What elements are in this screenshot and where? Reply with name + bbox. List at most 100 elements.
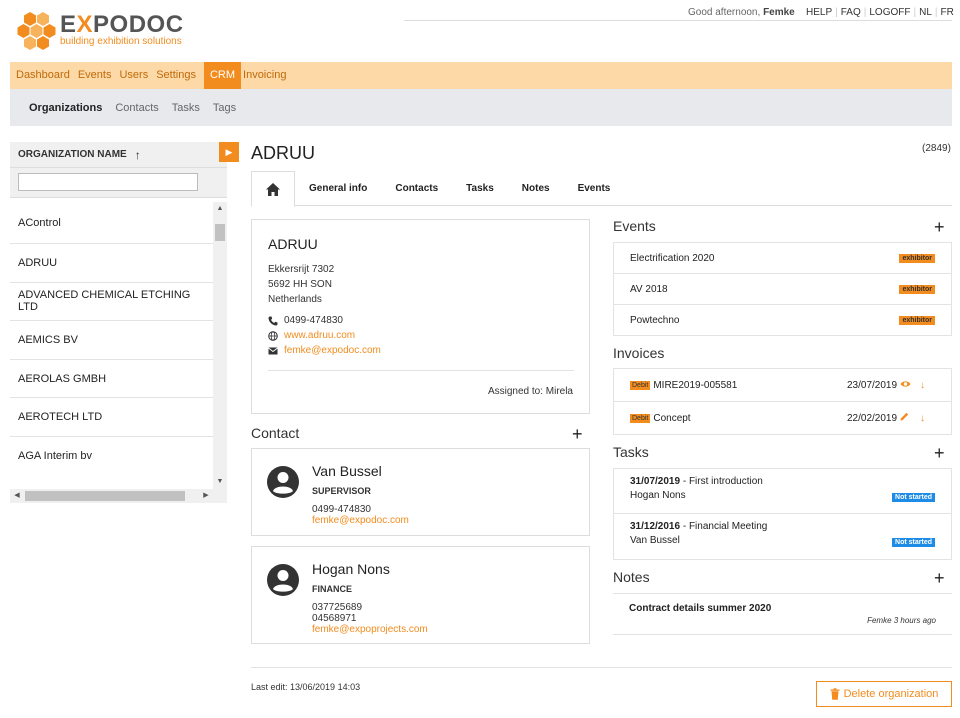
phone-number: 0499-474830 (284, 315, 343, 326)
task-person: Van Bussel (630, 535, 680, 546)
tab-contacts[interactable]: Contacts (381, 171, 452, 206)
list-item[interactable]: AEROTECH LTD (10, 398, 213, 437)
contact-card[interactable]: Van Bussel SUPERVISOR 0499-474830 femke@… (251, 448, 590, 536)
list-item[interactable]: Powtechno exhibitor (614, 305, 951, 335)
list-item[interactable]: Electrification 2020 exhibitor (614, 243, 951, 274)
list-item[interactable]: AEROLAS GMBH (10, 360, 213, 399)
tab-home[interactable] (251, 171, 295, 207)
add-event-plus-icon[interactable]: + (934, 218, 945, 236)
tab-notes[interactable]: Notes (508, 171, 564, 206)
list-item[interactable]: Debit MIRE2019-005581 23/07/2019 ↓ (614, 369, 951, 402)
invoice-number: MIRE2019-005581 (653, 379, 738, 391)
vertical-scrollbar[interactable]: ▲ ▼ (213, 202, 227, 489)
scroll-right-arrow-icon[interactable]: ▶ (199, 489, 213, 503)
sort-ascending-icon[interactable]: ↑ (135, 148, 141, 162)
notes-list: Contract details summer 2020 Femke 3 hou… (613, 593, 952, 635)
download-arrow-icon[interactable]: ↓ (920, 413, 925, 424)
website-link[interactable]: www.adruu.com (284, 328, 355, 343)
tasks-list: 31/07/2019 - First introduction Hogan No… (613, 468, 952, 560)
page-title: ADRUU (251, 143, 316, 163)
tab-events[interactable]: Events (564, 171, 625, 206)
list-item[interactable]: AEMICS BV (10, 321, 213, 360)
invoice-number: Concept (653, 412, 691, 424)
add-task-plus-icon[interactable]: + (934, 444, 945, 462)
eye-icon[interactable] (900, 380, 911, 391)
email-link[interactable]: femke@expodoc.com (284, 343, 381, 358)
list-item[interactable]: Contract details summer 2020 Femke 3 hou… (613, 594, 952, 634)
organization-list-panel: ORGANIZATION NAME ↑ AControl ADRUU ADVAN… (10, 142, 227, 505)
faq-link[interactable]: FAQ (841, 7, 861, 18)
list-item[interactable]: AV 2018 exhibitor (614, 274, 951, 305)
contact-email-link[interactable]: femke@expoprojects.com (312, 624, 428, 635)
download-arrow-icon[interactable]: ↓ (920, 380, 925, 391)
nav-events[interactable]: Events (78, 62, 118, 89)
lang-nl-link[interactable]: NL (919, 7, 932, 18)
status-badge: Not started (892, 493, 935, 502)
detail-tabs: General info Contacts Tasks Notes Events (251, 171, 952, 207)
pencil-icon[interactable] (900, 412, 909, 424)
nav-invoicing[interactable]: Invoicing (243, 62, 292, 89)
expodoc-logo[interactable]: EXPODOC building exhibition solutions (16, 10, 186, 50)
list-item[interactable]: ADVANCED CHEMICAL ETCHING LTD (10, 283, 213, 322)
help-link[interactable]: HELP (806, 7, 832, 18)
horizontal-scrollbar[interactable]: ◀ ▶ (10, 489, 227, 503)
email-line: femke@expodoc.com (268, 343, 573, 358)
scroll-up-arrow-icon[interactable]: ▲ (213, 202, 227, 216)
subnav-contacts[interactable]: Contacts (115, 102, 158, 114)
nav-settings[interactable]: Settings (156, 62, 202, 89)
address-street: Ekkersrijt 7302 (268, 264, 335, 275)
scroll-thumb-horizontal[interactable] (25, 491, 185, 501)
subnav-tags[interactable]: Tags (213, 102, 236, 114)
phone-line: 0499-474830 (268, 313, 573, 328)
event-name: Electrification 2020 (630, 252, 715, 264)
scroll-down-arrow-icon[interactable]: ▼ (213, 475, 227, 489)
events-section-title: Events (613, 218, 656, 234)
contact-phone-secondary: 04568971 (312, 613, 357, 624)
add-note-plus-icon[interactable]: + (934, 569, 945, 587)
subnav-tasks[interactable]: Tasks (172, 102, 200, 114)
task-person: Hogan Nons (630, 490, 686, 501)
delete-organization-button[interactable]: Delete organization (816, 681, 952, 707)
list-item[interactable]: ADRUU (10, 244, 213, 283)
list-item[interactable]: 31/12/2016 - Financial Meeting Van Busse… (614, 514, 951, 559)
tab-tasks[interactable]: Tasks (452, 171, 508, 206)
contact-role: SUPERVISOR (312, 486, 371, 496)
event-name: AV 2018 (630, 283, 668, 295)
add-contact-plus-icon[interactable]: + (572, 425, 583, 443)
subnav-organizations[interactable]: Organizations (29, 102, 102, 114)
lang-fr-link[interactable]: FR (941, 7, 954, 18)
organization-search-input[interactable] (18, 173, 198, 191)
globe-icon (268, 330, 278, 341)
nav-users[interactable]: Users (119, 62, 154, 89)
contact-email-link[interactable]: femke@expodoc.com (312, 515, 409, 526)
honeycomb-logo-icon (17, 12, 56, 50)
card-org-name: ADRUU (268, 236, 318, 252)
greeting: Good afternoon, Femke (688, 7, 795, 18)
scroll-left-arrow-icon[interactable]: ◀ (10, 489, 24, 503)
exhibitor-badge: exhibitor (899, 284, 935, 294)
events-list: Electrification 2020 exhibitor AV 2018 e… (613, 242, 952, 336)
person-avatar-icon (267, 564, 299, 596)
exhibitor-badge: exhibitor (899, 253, 935, 263)
organization-count: (2849) (922, 143, 951, 154)
footer-divider (251, 667, 952, 668)
list-item[interactable]: AControl (10, 202, 213, 244)
address-city: 5692 HH SON (268, 279, 332, 290)
chevron-right-icon: ▶ (225, 147, 233, 157)
list-item[interactable]: AGA Interim bv (10, 437, 213, 475)
list-item[interactable]: Debit Concept 22/02/2019 ↓ (614, 402, 951, 434)
task-title-line: 31/07/2019 - First introduction (630, 476, 763, 487)
contact-card[interactable]: Hogan Nons FINANCE 037725689 04568971 fe… (251, 546, 590, 644)
collapse-panel-button[interactable]: ▶ (219, 142, 239, 162)
column-header-organization-name[interactable]: ORGANIZATION NAME ↑ (10, 142, 227, 168)
nav-crm[interactable]: CRM (203, 62, 242, 89)
logoff-link[interactable]: LOGOFF (869, 7, 910, 18)
tab-general-info[interactable]: General info (295, 171, 381, 206)
list-item[interactable]: 31/07/2019 - First introduction Hogan No… (614, 469, 951, 514)
sub-nav: Organizations Contacts Tasks Tags (10, 89, 952, 126)
scroll-thumb[interactable] (215, 224, 225, 241)
contact-phone: 037725689 (312, 602, 363, 613)
event-name: Powtechno (630, 314, 680, 326)
nav-dashboard[interactable]: Dashboard (16, 62, 76, 89)
trash-icon (830, 688, 840, 700)
